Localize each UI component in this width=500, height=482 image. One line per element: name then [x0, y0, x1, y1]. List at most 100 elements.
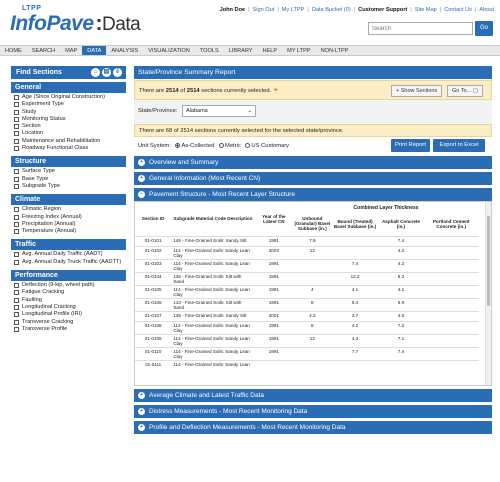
nav-item-library[interactable]: LIBRARY [224, 46, 258, 55]
nav-item-tools[interactable]: TOOLS [195, 46, 224, 55]
nav-item-search[interactable]: SEARCH [27, 46, 60, 55]
table-row: 01-0104 145 - Fine-Grained Soils: Silt wi… [135, 271, 479, 286]
filter-item[interactable]: Avg. Annual Daily Truck Traffic (AADTT) [14, 259, 123, 266]
filter-item[interactable]: Faulting [14, 297, 123, 304]
checkbox[interactable] [14, 297, 19, 303]
nav-item-help[interactable]: HELP [258, 46, 283, 55]
nav-item-data[interactable]: DATA [82, 46, 107, 55]
table-scrollbar[interactable] [485, 202, 491, 385]
filter-item[interactable]: Climatic Region [14, 206, 123, 213]
accordion-bar[interactable]: + General Information (Most Recent CN) [134, 172, 492, 185]
filter-item[interactable]: Experiment Type [14, 101, 123, 108]
checkbox[interactable] [14, 259, 19, 265]
checkbox[interactable] [14, 169, 19, 175]
filter-item[interactable]: Transverse Profile [14, 326, 123, 333]
checkbox[interactable] [14, 229, 19, 235]
table-cell: 1991 [254, 271, 294, 286]
radio-metric[interactable] [218, 143, 224, 148]
accordion-bar[interactable]: − Pavement Structure - Most Recent Layer … [134, 188, 492, 201]
accordion-bar[interactable]: + Overview and Summary [134, 156, 492, 169]
checkbox[interactable] [14, 312, 19, 318]
nav-item-analysis[interactable]: ANALYSIS [106, 46, 143, 55]
accordion-bar[interactable]: + Distress Measurements - Most Recent Mon… [134, 405, 492, 418]
nav-item-non-ltpp[interactable]: NON-LTPP [316, 46, 354, 55]
top-link[interactable]: Data Bucket (0) [312, 7, 351, 13]
filter-item[interactable]: Fatigue Cracking [14, 289, 123, 296]
export-icon[interactable]: ⇩ [113, 68, 122, 77]
logo[interactable]: InfoPave:Data [10, 12, 141, 36]
filter-item[interactable]: Monitoring Status [14, 116, 123, 123]
filter-item[interactable]: Surface Type [14, 168, 123, 175]
filter-item[interactable]: Base Type [14, 176, 123, 183]
nav-item-home[interactable]: HOME [0, 46, 27, 55]
accordion-bar[interactable]: + Profile and Deflection Measurements - M… [134, 421, 492, 434]
print-report-button[interactable]: Print Report [391, 139, 430, 152]
sidebar-section-title[interactable]: Climate [11, 194, 126, 206]
filter-item[interactable]: Location [14, 130, 123, 137]
note1-pre: There are [139, 88, 165, 94]
scrollbar-thumb[interactable] [487, 216, 490, 306]
filter-item[interactable]: Avg. Annual Daily Traffic (AADT) [14, 251, 123, 258]
table-cell: 1991 [254, 346, 294, 361]
top-link[interactable]: My LTPP [282, 7, 305, 13]
checkbox[interactable] [14, 124, 19, 130]
checkbox[interactable] [14, 116, 19, 122]
export-excel-button[interactable]: Export to Excel [433, 139, 485, 152]
filter-item[interactable]: Temperature (Annual) [14, 228, 123, 235]
checkbox[interactable] [14, 183, 19, 189]
top-link[interactable]: Contact Us [444, 7, 472, 13]
checkbox[interactable] [14, 252, 19, 258]
checkbox[interactable] [14, 131, 19, 137]
table-cell: 4.3 [293, 310, 332, 322]
checkbox[interactable] [14, 326, 19, 332]
sidebar-section-title[interactable]: Structure [11, 156, 126, 168]
nav-item-my-ltpp[interactable]: MY LTPP [282, 46, 315, 55]
checkbox[interactable] [14, 138, 19, 144]
checkbox[interactable] [14, 290, 19, 296]
filter-item[interactable]: Study [14, 109, 123, 116]
show-sections-button[interactable]: + Show Sections [391, 85, 443, 97]
filter-item[interactable]: Freezing Index (Annual) [14, 214, 123, 221]
sidebar-section-title[interactable]: Traffic [11, 239, 126, 251]
accordion-bar[interactable]: + Average Climate and Latest Traffic Data [134, 389, 492, 402]
nav-item-map[interactable]: MAP [60, 46, 82, 55]
top-link[interactable]: About [479, 7, 494, 13]
radio-as-collected[interactable] [175, 143, 181, 148]
filter-item[interactable]: Longitudinal Profile (IRI) [14, 311, 123, 318]
filter-item[interactable]: Section [14, 123, 123, 130]
filter-item[interactable]: Deflection (9-kip, wheel path) [14, 282, 123, 289]
radio-us-customary[interactable] [245, 143, 251, 148]
filter-item[interactable]: Longitudinal Cracking [14, 304, 123, 311]
filter-item[interactable]: Subgrade Type [14, 183, 123, 190]
top-link[interactable]: John Doe [220, 7, 245, 13]
filter-item[interactable]: Transverse Cracking [14, 319, 123, 326]
sidebar-section-title[interactable]: General [11, 82, 126, 93]
top-link[interactable]: Customer Support [358, 7, 407, 13]
checkbox[interactable] [14, 176, 19, 182]
checkbox[interactable] [14, 319, 19, 325]
top-link[interactable]: Sign Out [253, 7, 275, 13]
checkbox[interactable] [14, 102, 19, 108]
filter-item[interactable]: Roadway Functional Class [14, 145, 123, 152]
print-icon[interactable]: ▤ [102, 68, 111, 77]
checkbox[interactable] [14, 214, 19, 220]
filter-item[interactable]: Precipitation (Annual) [14, 221, 123, 228]
sidebar-section-title[interactable]: Performance [11, 270, 126, 282]
checkbox[interactable] [14, 95, 19, 100]
checkbox[interactable] [14, 146, 19, 152]
go-button[interactable]: Go [475, 21, 493, 36]
filter-item[interactable]: Maintenance and Rehabilitation [14, 138, 123, 145]
filter-icon[interactable]: ⏷ [273, 87, 279, 94]
filter-item[interactable]: Age (Since Original Construction) [14, 94, 123, 101]
checkbox[interactable] [14, 109, 19, 115]
top-link[interactable]: Site Map [415, 7, 437, 13]
home-icon[interactable]: ⌂ [91, 68, 100, 77]
search-input[interactable] [368, 22, 473, 35]
checkbox[interactable] [14, 283, 19, 289]
checkbox[interactable] [14, 207, 19, 213]
checkbox[interactable] [14, 304, 19, 310]
nav-item-visualization[interactable]: VISUALIZATION [143, 46, 195, 55]
goto-button[interactable]: Go To... ▢ [447, 85, 483, 97]
state-select[interactable]: Alabama ⌄ [182, 105, 256, 117]
checkbox[interactable] [14, 221, 19, 227]
